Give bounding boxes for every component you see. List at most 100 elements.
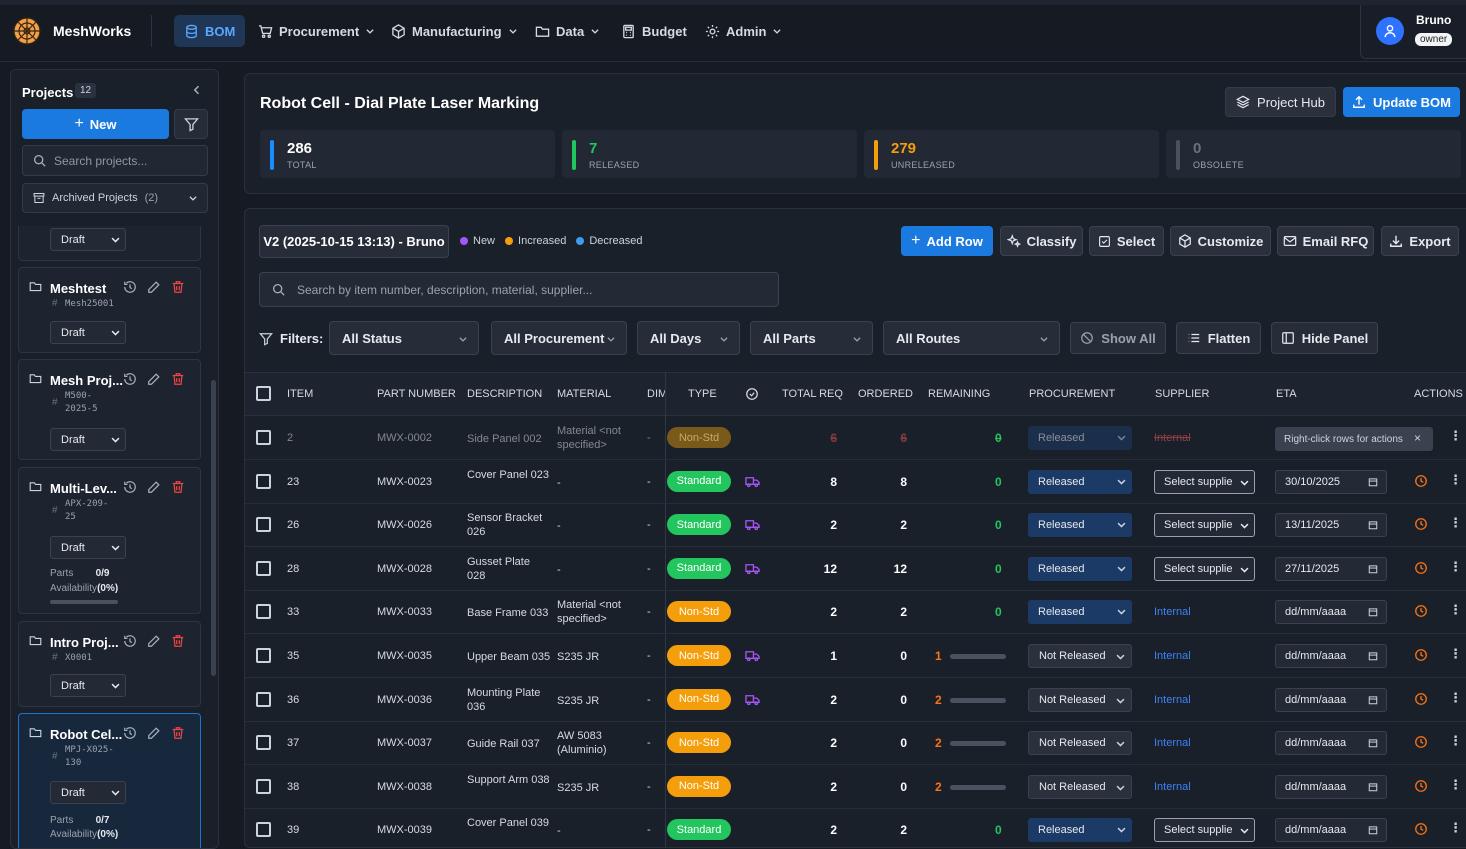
- project-card-partial[interactable]: Draft: [18, 226, 201, 261]
- col-ordered[interactable]: ORDERED: [858, 388, 913, 400]
- calendar-icon[interactable]: [1368, 782, 1378, 792]
- clock-icon[interactable]: [1414, 735, 1428, 749]
- more-actions-icon[interactable]: ⋮: [1449, 428, 1462, 444]
- col-eta[interactable]: ETA: [1276, 388, 1297, 400]
- type-badge[interactable]: Non-Std: [667, 775, 731, 797]
- project-status-select[interactable]: Draft: [50, 428, 126, 451]
- edit-icon[interactable]: [147, 280, 161, 294]
- col-remaining[interactable]: REMAINING: [928, 388, 990, 400]
- type-badge[interactable]: Non-Std: [667, 645, 731, 666]
- procurement-select[interactable]: Not Released: [1028, 687, 1132, 712]
- procurement-select[interactable]: Released: [1028, 818, 1132, 843]
- new-project-button[interactable]: + New: [22, 109, 169, 139]
- more-actions-icon[interactable]: ⋮: [1449, 559, 1462, 575]
- more-actions-icon[interactable]: ⋮: [1449, 777, 1462, 793]
- procurement-select[interactable]: Not Released: [1028, 644, 1132, 668]
- edit-icon[interactable]: [147, 480, 161, 494]
- col-total-req[interactable]: TOTAL REQ: [782, 388, 843, 400]
- nav-procurement[interactable]: Procurement: [248, 15, 385, 47]
- supplier-link[interactable]: Internal: [1154, 650, 1191, 662]
- procurement-filter[interactable]: All Procurement: [491, 321, 627, 355]
- row-checkbox[interactable]: [256, 735, 271, 751]
- filter-projects-button[interactable]: [174, 109, 208, 139]
- col-procurement[interactable]: PROCUREMENT: [1029, 388, 1115, 400]
- history-icon[interactable]: [123, 726, 137, 740]
- archived-projects-dropdown[interactable]: Archived Projects (2): [22, 183, 208, 213]
- type-badge[interactable]: Standard: [667, 514, 731, 536]
- table-row[interactable]: 35 MWX-0035 Upper Beam 035 S235 JR - Non-Std 1…: [245, 634, 1466, 678]
- row-checkbox[interactable]: [256, 822, 271, 838]
- sidebar-scrollbar[interactable]: [211, 380, 216, 676]
- clock-icon[interactable]: [1414, 648, 1428, 662]
- type-badge[interactable]: Standard: [667, 557, 731, 579]
- routes-filter[interactable]: All Routes: [883, 321, 1060, 355]
- clock-icon[interactable]: [1414, 779, 1428, 793]
- more-actions-icon[interactable]: ⋮: [1449, 690, 1462, 706]
- mesh-logo-icon[interactable]: [12, 16, 42, 46]
- eta-date-input[interactable]: dd/mm/aaaa: [1275, 818, 1387, 843]
- supplier-link[interactable]: Internal: [1154, 737, 1191, 749]
- row-checkbox[interactable]: [256, 648, 271, 663]
- project-status-select[interactable]: Draft: [50, 536, 126, 559]
- parts-filter[interactable]: All Parts: [750, 321, 873, 355]
- type-badge[interactable]: Non-Std: [667, 732, 731, 754]
- table-row[interactable]: 38 MWX-0038 Support Arm 038 S235 JR - Non-Std…: [245, 765, 1466, 809]
- eta-date-input[interactable]: 13/11/2025: [1275, 513, 1387, 538]
- col-dim[interactable]: DIM: [647, 388, 665, 400]
- classify-button[interactable]: Classify: [1000, 226, 1083, 256]
- row-checkbox[interactable]: [256, 691, 271, 707]
- table-row[interactable]: 37 MWX-0037 Guide Rail 037 AW 5083 (Alumini…: [245, 721, 1466, 766]
- clock-icon[interactable]: [1414, 692, 1428, 706]
- more-actions-icon[interactable]: ⋮: [1449, 646, 1462, 662]
- project-card-meshtest[interactable]: Meshtest # Mesh25001 Draft: [18, 267, 201, 353]
- hide-panel-button[interactable]: Hide Panel: [1271, 322, 1378, 354]
- table-row[interactable]: 33 MWX-0033 Base Frame 033 Material <not sp…: [245, 590, 1466, 635]
- version-selector[interactable]: V2 (2025-10-15 13:13) - Bruno: [259, 225, 449, 258]
- select-button[interactable]: Select: [1089, 226, 1164, 256]
- supplier-link[interactable]: Internal: [1154, 781, 1191, 793]
- col-supplier[interactable]: SUPPLIER: [1155, 388, 1209, 400]
- collapse-sidebar-button[interactable]: [191, 84, 203, 96]
- customize-button[interactable]: Customize: [1170, 226, 1271, 256]
- col-material[interactable]: MATERIAL: [557, 388, 611, 400]
- select-all-checkbox[interactable]: [256, 386, 271, 401]
- row-checkbox[interactable]: [256, 430, 271, 445]
- col-description[interactable]: DESCRIPTION: [467, 388, 542, 400]
- clock-icon[interactable]: [1414, 604, 1428, 618]
- calendar-icon[interactable]: [1368, 825, 1378, 835]
- row-checkbox[interactable]: [256, 473, 271, 489]
- calendar-icon[interactable]: [1368, 564, 1378, 574]
- eta-date-input[interactable]: 27/11/2025: [1275, 556, 1387, 581]
- supplier-select[interactable]: Select supplie: [1154, 818, 1255, 843]
- type-badge[interactable]: Standard: [667, 470, 731, 492]
- col-part-number[interactable]: PART NUMBER: [377, 388, 456, 400]
- supplier-select[interactable]: Select supplie: [1154, 556, 1255, 581]
- procurement-select[interactable]: Released: [1028, 600, 1132, 625]
- procurement-select[interactable]: Released: [1028, 556, 1132, 581]
- trash-icon[interactable]: [171, 634, 185, 648]
- supplier-link[interactable]: Internal: [1154, 694, 1191, 706]
- history-icon[interactable]: [123, 280, 137, 294]
- project-card-robot-cell[interactable]: Robot Cel... # MPJ-X025- 130 Draft Parts…: [18, 713, 201, 848]
- procurement-select[interactable]: Not Released: [1028, 731, 1132, 756]
- nav-budget[interactable]: Budget: [611, 15, 697, 47]
- calendar-icon[interactable]: [1368, 477, 1378, 487]
- trash-icon[interactable]: [171, 280, 185, 294]
- supplier-link[interactable]: Internal: [1154, 432, 1191, 444]
- project-status-select[interactable]: Draft: [50, 674, 126, 697]
- supplier-select[interactable]: Select supplie: [1154, 513, 1255, 538]
- email-rfq-button[interactable]: Email RFQ: [1277, 226, 1374, 256]
- user-menu[interactable]: Bruno owner: [1360, 5, 1466, 59]
- row-checkbox[interactable]: [256, 778, 271, 794]
- add-row-button[interactable]: + Add Row: [901, 226, 993, 256]
- close-icon[interactable]: ×: [1414, 431, 1421, 445]
- nav-data[interactable]: Data: [525, 15, 610, 47]
- project-card-mesh-proj[interactable]: Mesh Proj... # M500- 2025-5 Draft: [18, 359, 201, 460]
- project-card-multi-lev[interactable]: Multi-Lev... # APX-209- 25 Draft Parts 0…: [18, 467, 201, 614]
- clock-icon[interactable]: [1414, 561, 1428, 575]
- calendar-icon[interactable]: [1368, 607, 1378, 617]
- edit-icon[interactable]: [147, 372, 161, 386]
- clock-icon[interactable]: [1414, 474, 1428, 488]
- project-status-select[interactable]: Draft: [50, 321, 126, 344]
- project-status-select[interactable]: Draft: [50, 781, 126, 804]
